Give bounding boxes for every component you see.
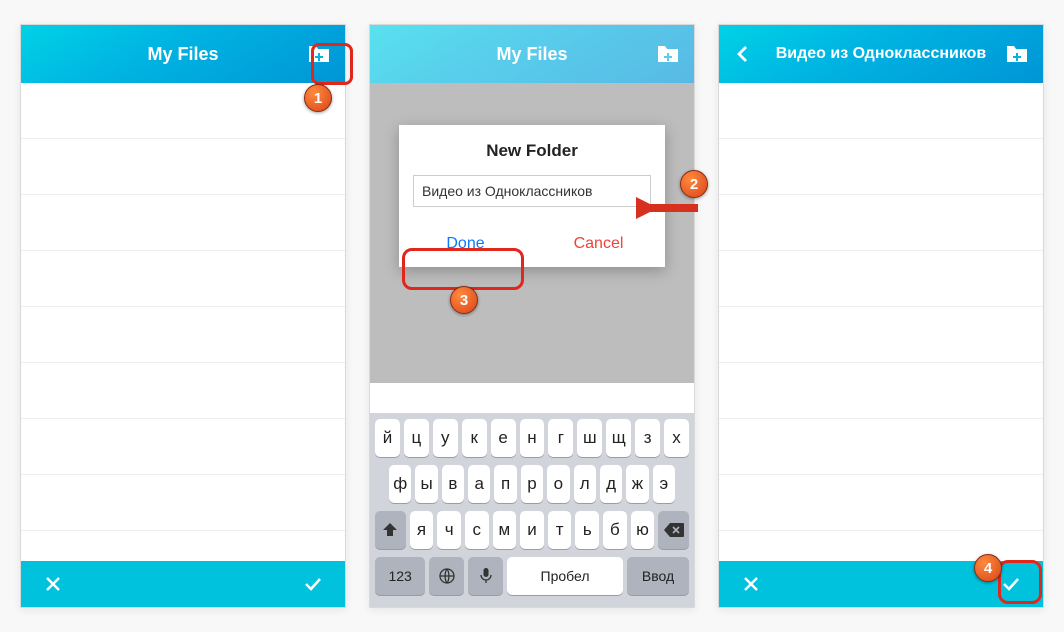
shift-icon (382, 522, 398, 538)
key-м[interactable]: м (493, 511, 517, 549)
list-row (719, 475, 1043, 531)
new-folder-button[interactable] (997, 34, 1037, 74)
new-folder-button[interactable] (299, 34, 339, 74)
key-р[interactable]: р (521, 465, 543, 503)
list-row (21, 363, 345, 419)
key-я[interactable]: я (410, 511, 434, 549)
header-title: My Files (496, 44, 567, 65)
key-а[interactable]: а (468, 465, 490, 503)
key-backspace[interactable] (658, 511, 689, 549)
key-ф[interactable]: ф (389, 465, 411, 503)
key-mic[interactable] (468, 557, 503, 595)
keyboard: йцукенгшщзх фывапролджэ ячсмитьбю 123 Пр… (370, 413, 694, 607)
key-ж[interactable]: ж (626, 465, 648, 503)
key-г[interactable]: г (548, 419, 573, 457)
key-п[interactable]: п (494, 465, 516, 503)
key-х[interactable]: х (664, 419, 689, 457)
header: My Files (370, 25, 694, 83)
screen-1: My Files (20, 24, 346, 608)
close-button[interactable] (37, 568, 69, 600)
header-title: My Files (147, 44, 218, 65)
close-button[interactable] (735, 568, 767, 600)
key-е[interactable]: е (491, 419, 516, 457)
backspace-icon (664, 523, 684, 537)
confirm-button[interactable] (297, 568, 329, 600)
key-т[interactable]: т (548, 511, 572, 549)
list-row (21, 251, 345, 307)
list-row (719, 139, 1043, 195)
list-row (719, 83, 1043, 139)
key-с[interactable]: с (465, 511, 489, 549)
key-ц[interactable]: ц (404, 419, 429, 457)
list-row (21, 83, 345, 139)
key-enter[interactable]: Ввод (627, 557, 689, 595)
key-ю[interactable]: ю (631, 511, 655, 549)
file-list (21, 83, 345, 561)
key-у[interactable]: у (433, 419, 458, 457)
list-row (21, 139, 345, 195)
folder-plus-icon (656, 44, 680, 64)
key-ч[interactable]: ч (437, 511, 461, 549)
callout-2: 2 (680, 170, 708, 198)
mic-icon (479, 567, 493, 585)
dialog-title: New Folder (399, 125, 665, 175)
folder-plus-icon (307, 44, 331, 64)
key-й[interactable]: й (375, 419, 400, 457)
key-д[interactable]: д (600, 465, 622, 503)
check-icon (1001, 575, 1021, 593)
list-row (719, 251, 1043, 307)
back-button[interactable] (723, 34, 763, 74)
key-о[interactable]: о (547, 465, 569, 503)
key-в[interactable]: в (442, 465, 464, 503)
key-ы[interactable]: ы (415, 465, 437, 503)
list-row (719, 195, 1043, 251)
list-row (719, 419, 1043, 475)
arrow-2 (636, 195, 706, 221)
key-globe[interactable] (429, 557, 464, 595)
screen-2: My Files New Folder Done Cancel йцукенгш… (369, 24, 695, 608)
folder-plus-icon (1005, 44, 1029, 64)
dialog-actions: Done Cancel (399, 223, 665, 267)
callout-1: 1 (304, 84, 332, 112)
key-н[interactable]: н (520, 419, 545, 457)
callout-3: 3 (450, 286, 478, 314)
key-щ[interactable]: щ (606, 419, 631, 457)
screen-3: Видео из Одноклассников (718, 24, 1044, 608)
key-и[interactable]: и (520, 511, 544, 549)
key-ь[interactable]: ь (575, 511, 599, 549)
header-title: Видео из Одноклассников (776, 45, 987, 63)
list-row (21, 419, 345, 475)
new-folder-dialog: New Folder Done Cancel (399, 125, 665, 267)
folder-name-input[interactable] (413, 175, 651, 207)
close-icon (742, 575, 760, 593)
list-row (719, 363, 1043, 419)
list-row (21, 195, 345, 251)
globe-icon (438, 567, 456, 585)
footer (21, 561, 345, 607)
header: Видео из Одноклассников (719, 25, 1043, 83)
cancel-button[interactable]: Cancel (532, 223, 665, 267)
key-к[interactable]: к (462, 419, 487, 457)
key-б[interactable]: б (603, 511, 627, 549)
chevron-left-icon (735, 45, 751, 63)
check-icon (303, 575, 323, 593)
list-row (21, 307, 345, 363)
key-э[interactable]: э (653, 465, 675, 503)
file-list (719, 83, 1043, 561)
done-button[interactable]: Done (399, 223, 532, 267)
list-row (719, 307, 1043, 363)
new-folder-button[interactable] (648, 34, 688, 74)
list-row (21, 475, 345, 531)
key-ш[interactable]: ш (577, 419, 602, 457)
key-з[interactable]: з (635, 419, 660, 457)
key-shift[interactable] (375, 511, 406, 549)
key-л[interactable]: л (574, 465, 596, 503)
key-space[interactable]: Пробел (507, 557, 623, 595)
callout-4: 4 (974, 554, 1002, 582)
header: My Files (21, 25, 345, 83)
close-icon (44, 575, 62, 593)
key-numbers[interactable]: 123 (375, 557, 425, 595)
